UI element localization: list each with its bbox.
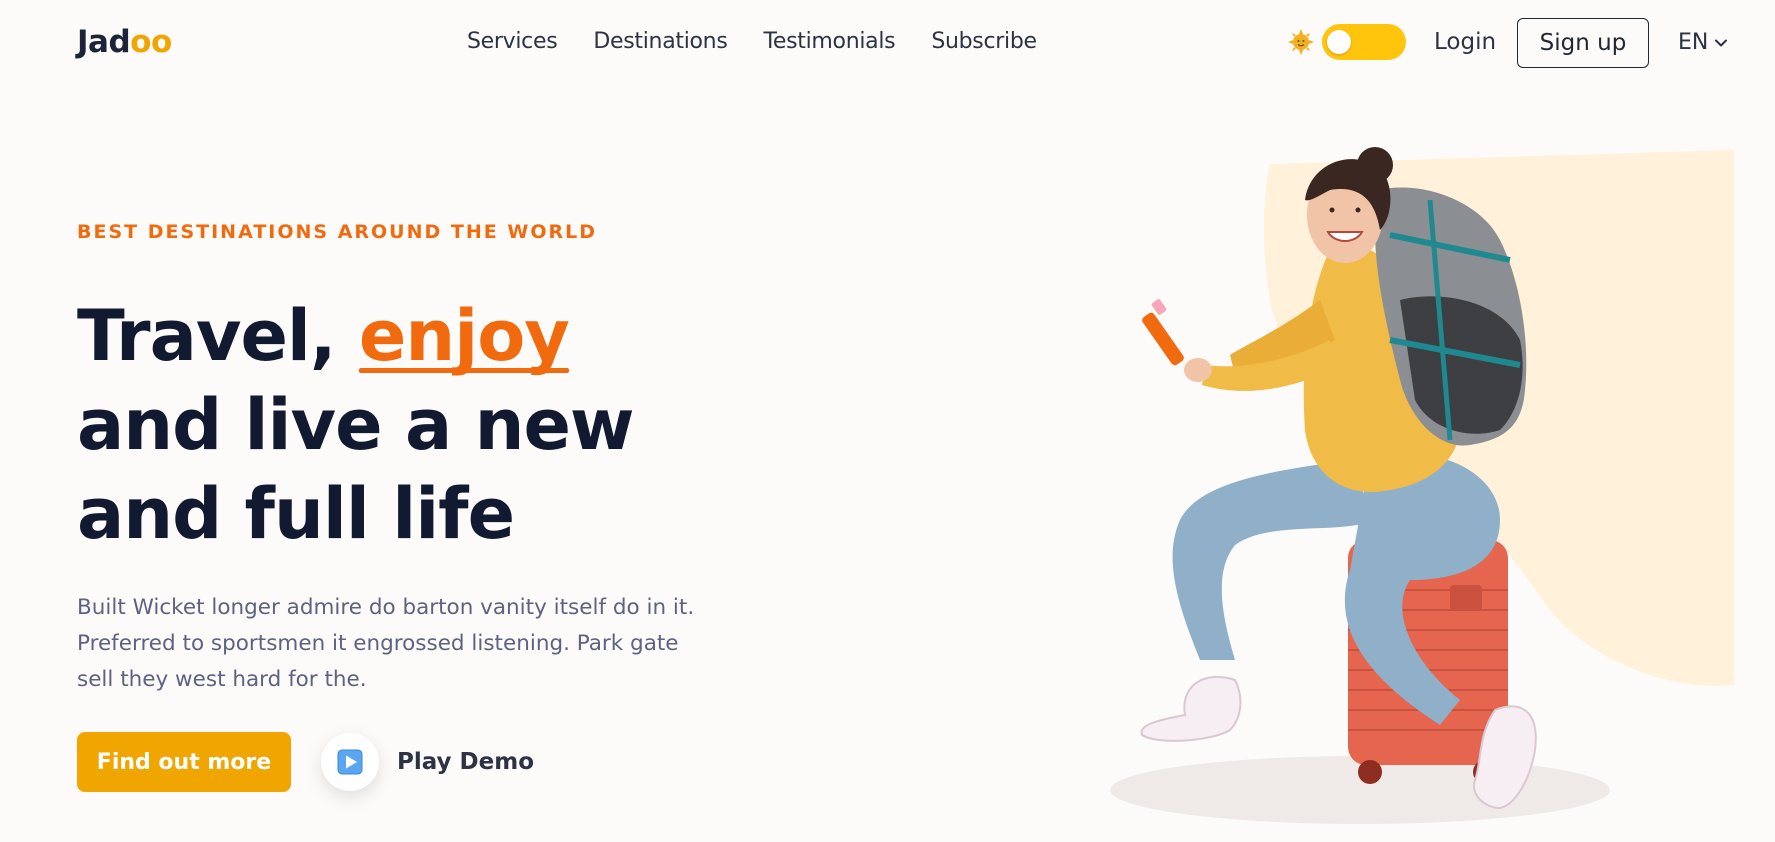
hero-eyebrow: BEST DESTINATIONS AROUND THE WORLD — [77, 221, 597, 243]
play-demo-button[interactable]: Play Demo — [321, 733, 534, 791]
theme-switcher — [1288, 24, 1406, 60]
logo-main: Jad — [77, 24, 131, 60]
logo-accent: oo — [130, 24, 172, 60]
hero-headline: Travel, enjoy and live a new and full li… — [77, 292, 635, 559]
nav-link-subscribe[interactable]: Subscribe — [931, 29, 1037, 54]
language-selector[interactable]: EN — [1678, 30, 1728, 55]
play-button-circle — [321, 733, 379, 791]
hero-description: Built Wicket longer admire do barton van… — [77, 595, 695, 692]
nav-link-testimonials[interactable]: Testimonials — [763, 29, 895, 54]
nav-link-destinations[interactable]: Destinations — [593, 29, 727, 54]
language-label: EN — [1678, 30, 1709, 55]
find-out-more-button[interactable]: Find out more — [77, 732, 291, 792]
headline-highlight: enjoy — [358, 292, 570, 381]
headline-line-3: and full life — [77, 473, 515, 555]
navbar: Jadoo Services Destinations Testimonials… — [0, 0, 1775, 90]
main-nav: Services Destinations Testimonials Subsc… — [467, 29, 1037, 54]
play-demo-label: Play Demo — [397, 749, 535, 775]
play-icon — [337, 749, 363, 775]
login-link[interactable]: Login — [1434, 29, 1496, 55]
signup-button[interactable]: Sign up — [1517, 18, 1649, 68]
hero-illustration — [1110, 147, 1734, 824]
headline-line-1: Travel, enjoy — [77, 292, 634, 381]
nav-link-services[interactable]: Services — [467, 29, 558, 54]
logo[interactable]: Jadoo — [77, 24, 172, 60]
toggle-knob — [1327, 30, 1351, 54]
theme-toggle[interactable] — [1322, 24, 1406, 60]
headline-line-2: and live a new — [77, 384, 635, 466]
sun-icon — [1288, 29, 1314, 55]
chevron-down-icon — [1715, 39, 1728, 46]
headline-part-1: Travel, — [77, 295, 359, 377]
